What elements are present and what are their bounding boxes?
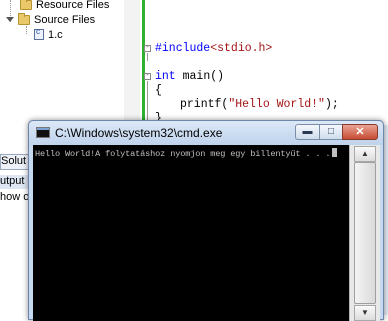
editor-gutter: [124, 0, 140, 125]
output-show-label: how o: [0, 191, 30, 205]
text-cursor: [332, 148, 338, 157]
window-title: C:\Windows\system32\cmd.exe: [55, 126, 223, 140]
tree-connector: [26, 26, 27, 34]
maximize-button[interactable]: □: [319, 124, 343, 140]
folder-icon: [18, 12, 30, 25]
console-text: Hello World!A folytatáshoz nyomjon meg e…: [35, 149, 331, 159]
code-line-main: int main(): [155, 70, 225, 83]
console-icon[interactable]: [36, 127, 50, 138]
folder-icon: [20, 0, 32, 10]
outline-line: [147, 81, 148, 121]
tree-item-1c[interactable]: 1.c: [34, 27, 63, 42]
tree-item-label: Source Files: [34, 13, 96, 26]
c-file-icon: [34, 27, 44, 40]
scroll-down-button[interactable]: ▼: [354, 305, 376, 321]
minimize-button[interactable]: ▬: [295, 124, 320, 140]
tree-item-label: 1.c: [48, 28, 63, 41]
show-output-label: how o: [0, 191, 30, 203]
tree-item-source-files[interactable]: Source Files: [6, 12, 95, 27]
cmd-window[interactable]: C:\Windows\system32\cmd.exe ▬ □ ✕ Hello …: [28, 120, 384, 321]
collapse-icon[interactable]: -: [144, 45, 151, 52]
code-line-open-brace: {: [155, 84, 162, 97]
console-area[interactable]: Hello World!A folytatáshoz nyomjon meg e…: [33, 145, 349, 321]
outline-line: [147, 53, 148, 61]
scrollbar-thumb[interactable]: [354, 162, 376, 304]
tree-item-label: Resource Files: [36, 0, 110, 11]
solution-explorer: Resource Files Source Files 1.c: [0, 0, 125, 120]
vertical-scrollbar[interactable]: ▲ ▼: [349, 145, 380, 321]
console-output: Hello World!A folytatáshoz nyomjon meg e…: [35, 148, 338, 159]
tree-item-resource-files[interactable]: Resource Files: [20, 0, 109, 12]
scroll-up-button[interactable]: ▲: [354, 146, 376, 162]
close-button[interactable]: ✕: [342, 124, 378, 140]
cmd-titlebar[interactable]: C:\Windows\system32\cmd.exe ▬ □ ✕: [29, 121, 383, 145]
tab-label: utput: [0, 175, 25, 187]
code-line-include: #include<stdio.h>: [155, 42, 273, 55]
tab-output[interactable]: utput: [0, 175, 30, 189]
collapse-icon[interactable]: -: [144, 73, 151, 80]
chevron-down-icon[interactable]: [6, 17, 14, 22]
code-line-printf: printf("Hello World!");: [180, 98, 339, 111]
tab-label: Solut: [1, 155, 27, 167]
